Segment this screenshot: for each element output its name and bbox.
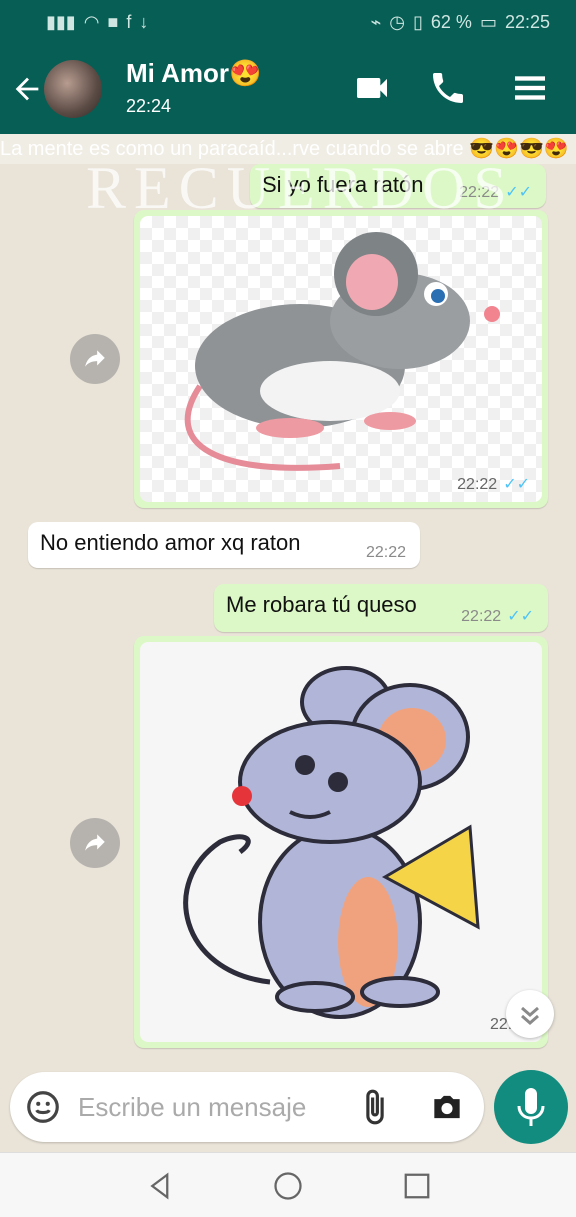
message-bubble-outgoing[interactable]: Me robara tú queso 22:22 ✓✓	[214, 584, 548, 632]
image-message-2[interactable]: 22:22	[134, 636, 548, 1048]
menu-icon[interactable]	[510, 68, 550, 108]
video-icon: ■	[107, 12, 119, 32]
gray-mouse-illustration	[184, 232, 500, 471]
back-arrow-icon[interactable]	[10, 72, 44, 106]
video-call-icon[interactable]	[352, 68, 392, 108]
read-ticks-icon: ✓✓	[503, 476, 530, 493]
last-seen: 22:24	[126, 96, 172, 116]
share-icon	[85, 350, 105, 367]
navigation-bar	[0, 1152, 576, 1217]
status-icons-right: ⌁ ◷ ▯ 62 % ▭ 22:25	[370, 12, 550, 33]
battery-icon: ▭	[479, 12, 497, 32]
recents-nav-icon[interactable]	[402, 1171, 432, 1201]
message-text: Me robara tú queso	[226, 592, 417, 617]
watermark-text: RECUERDOS	[86, 155, 515, 221]
mic-icon	[517, 1088, 545, 1126]
message-composer	[10, 1072, 484, 1142]
status-clock: 22:25	[504, 12, 550, 32]
vibrate-icon: ▯	[413, 12, 423, 32]
back-nav-icon[interactable]	[146, 1171, 176, 1201]
phone-icon[interactable]	[428, 68, 468, 108]
mic-button[interactable]	[494, 1070, 568, 1144]
scroll-down-button[interactable]	[506, 990, 554, 1038]
share-button[interactable]	[70, 334, 120, 384]
contact-name[interactable]: Mi Amor😍	[126, 58, 261, 89]
message-input[interactable]	[76, 1086, 340, 1128]
status-bar: ▮▮▮ ◠ ■ f ↓ ⌁ ◷ ▯ 62 % ▭ 22:25	[0, 0, 576, 44]
mouse-sticker-image[interactable]: 22:22 ✓✓	[140, 216, 542, 502]
message-text: No entiendo amor xq raton	[40, 530, 301, 555]
mouse-with-cheese-illustration	[183, 666, 480, 1019]
emoji-icon[interactable]	[24, 1088, 62, 1126]
message-time: 22:22	[365, 544, 406, 561]
scroll-down-icon	[521, 1006, 539, 1025]
message-bubble-incoming[interactable]: No entiendo amor xq raton 22:22	[28, 522, 420, 568]
status-icons-left: ▮▮▮ ◠ ■ f ↓	[46, 12, 148, 33]
wifi-icon: ◠	[83, 12, 100, 32]
image-time: 22:22 ✓✓	[457, 476, 530, 493]
attach-icon[interactable]	[356, 1088, 394, 1126]
mouse-cheese-sticker-image[interactable]: 22:22	[140, 642, 542, 1042]
facebook-icon: f	[126, 12, 132, 32]
signal-icon: ▮▮▮	[46, 12, 76, 32]
battery-percent: 62 %	[430, 12, 472, 32]
chat-area[interactable]: Si yo fuera ratón 22:22 ✓✓ 22:22 ✓✓ No e…	[0, 164, 576, 1064]
alarm-icon: ◷	[389, 12, 405, 32]
home-nav-icon[interactable]	[273, 1171, 303, 1201]
download-icon: ↓	[139, 12, 149, 32]
share-icon	[85, 834, 105, 851]
camera-icon[interactable]	[428, 1088, 466, 1126]
chat-header: Mi Amor😍 22:24	[0, 44, 576, 134]
share-button[interactable]	[70, 818, 120, 868]
cast-icon: ⌁	[370, 12, 382, 32]
avatar[interactable]	[44, 60, 102, 118]
image-message-1[interactable]: 22:22 ✓✓	[134, 210, 548, 508]
message-time: 22:22 ✓✓	[461, 608, 534, 625]
read-ticks-icon: ✓✓	[507, 608, 534, 625]
